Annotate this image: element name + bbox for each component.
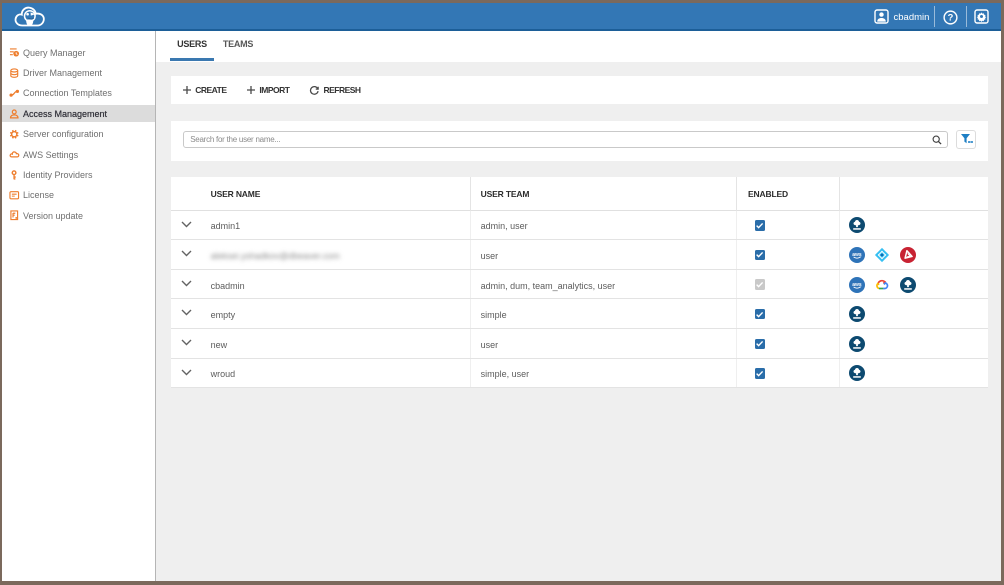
svg-text:?: ?: [947, 12, 953, 22]
